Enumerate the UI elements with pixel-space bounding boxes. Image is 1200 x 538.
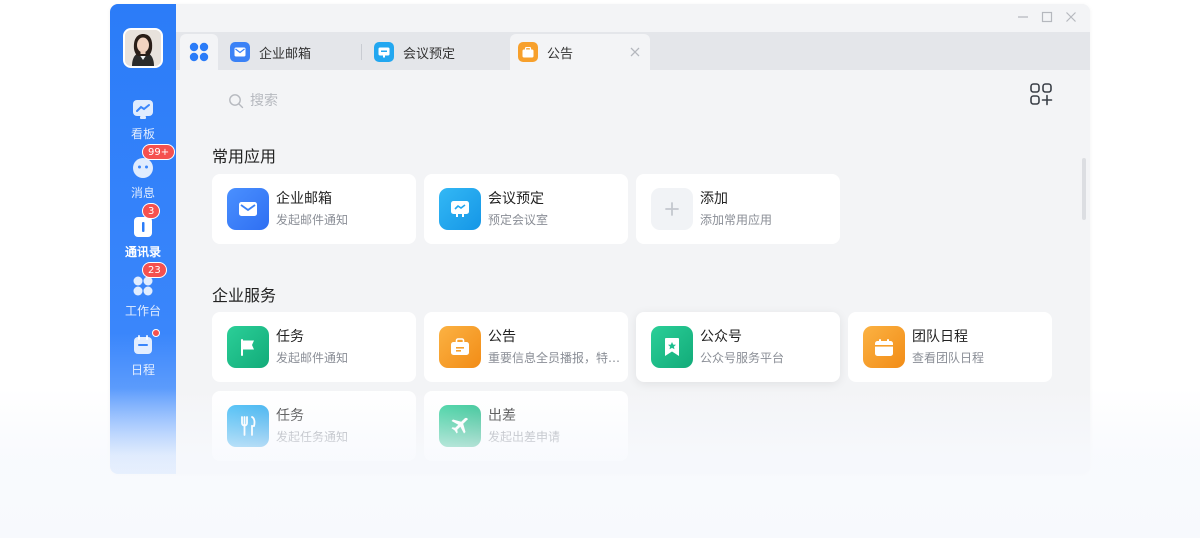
apps-grid-icon [189, 42, 209, 62]
avatar-photo [125, 30, 161, 66]
app-card-subtitle: 发起邮件通知 [276, 213, 349, 227]
notice-icon [518, 42, 538, 62]
app-card-task-2[interactable]: 任务 发起任务通知 [212, 391, 416, 461]
unread-badge: 3 [142, 203, 161, 219]
app-card-title: 出差 [488, 408, 516, 424]
meeting-icon [439, 188, 481, 230]
dining-icon [227, 405, 269, 447]
calendar-icon [863, 326, 905, 368]
minimize-icon[interactable] [1016, 10, 1030, 24]
plane-icon [439, 405, 481, 447]
sidebar-item-workbench[interactable]: 23 工作台 [110, 262, 176, 325]
search-box[interactable] [228, 90, 428, 112]
sidebar-item-label: 通讯录 [124, 245, 161, 259]
app-card-title: 团队日程 [912, 329, 968, 345]
plus-icon [651, 188, 693, 230]
close-tab-icon[interactable] [628, 45, 642, 59]
scrollbar-thumb[interactable] [1082, 158, 1086, 220]
app-card-title: 添加 [700, 191, 728, 207]
app-card-notice[interactable]: 公告 重要信息全员播报，特别提醒 [424, 312, 628, 382]
tab-meeting-booking[interactable]: 会议预定 [366, 34, 506, 70]
calendar-icon [132, 329, 160, 356]
app-card-title: 企业邮箱 [276, 191, 332, 207]
search-icon [229, 94, 244, 109]
app-card-title: 公告 [488, 329, 516, 345]
app-card-title: 公众号 [700, 329, 742, 345]
sidebar-item-schedule[interactable]: 日程 [110, 329, 176, 384]
tab-label: 公告 [547, 46, 574, 62]
app-card-add-common[interactable]: 添加 添加常用应用 [636, 174, 840, 244]
sidebar-item-dashboard[interactable]: 看板 [110, 96, 176, 148]
app-card-team-schedule[interactable]: 团队日程 查看团队日程 [848, 312, 1052, 382]
meeting-icon [374, 42, 394, 62]
add-app-icon[interactable] [1029, 82, 1053, 106]
tab-divider [361, 44, 362, 60]
mail-icon [227, 188, 269, 230]
app-card-subtitle: 查看团队日程 [912, 351, 985, 365]
sidebar-item-contacts[interactable]: 3 通讯录 [110, 203, 176, 266]
app-card-task[interactable]: 任务 发起邮件通知 [212, 312, 416, 382]
tab-label: 会议预定 [403, 46, 456, 62]
sidebar-item-messages[interactable]: 99+ 消息 [110, 144, 176, 207]
tab-notice[interactable]: 公告 [510, 34, 650, 70]
app-card-subtitle: 发起邮件通知 [276, 351, 349, 365]
app-card-subtitle: 重要信息全员播报，特别提醒 [488, 351, 628, 365]
flag-icon [227, 326, 269, 368]
section-title-common-apps: 常用应用 [212, 147, 277, 166]
sidebar-item-label: 消息 [130, 186, 155, 200]
apps-icon: 23 [132, 262, 167, 297]
chart-icon [132, 98, 154, 120]
chat-icon: 99+ [132, 144, 176, 179]
maximize-icon[interactable] [1040, 10, 1054, 24]
avatar[interactable] [123, 28, 163, 68]
app-card-enterprise-mail[interactable]: 企业邮箱 发起邮件通知 [212, 174, 416, 244]
close-window-icon[interactable] [1064, 10, 1078, 24]
app-card-subtitle: 发起出差申请 [488, 430, 561, 444]
app-window: 看板 99+ 消息 3 通讯录 23 工作台 日程 企业邮箱 会议预定 公告 搜… [110, 4, 1090, 474]
sidebar-item-label: 日程 [130, 363, 155, 377]
app-card-subtitle: 公众号服务平台 [700, 351, 785, 365]
window-controls [1016, 10, 1078, 24]
bookmark-icon [651, 326, 693, 368]
notice-icon [439, 326, 481, 368]
sidebar-item-label: 看板 [130, 127, 155, 141]
tab-enterprise-mail[interactable]: 企业邮箱 [222, 34, 362, 70]
app-card-official-account[interactable]: 公众号 公众号服务平台 [636, 312, 840, 382]
app-card-subtitle: 添加常用应用 [700, 213, 773, 227]
contacts-icon: 3 [132, 203, 161, 238]
app-card-business-trip[interactable]: 出差 发起出差申请 [424, 391, 628, 461]
search-input[interactable] [250, 93, 410, 109]
sidebar: 看板 99+ 消息 3 通讯录 23 工作台 日程 [110, 4, 176, 474]
app-card-title: 任务 [276, 408, 304, 424]
app-card-meeting-booking[interactable]: 会议预定 预定会议室 [424, 174, 628, 244]
tab-bar: 企业邮箱 会议预定 公告 [176, 32, 1090, 70]
tab-home[interactable] [180, 34, 218, 70]
notification-dot [152, 329, 160, 337]
unread-badge: 99+ [142, 144, 176, 160]
section-title-enterprise-services: 企业服务 [212, 286, 277, 305]
mail-icon [230, 42, 250, 62]
app-card-title: 会议预定 [488, 191, 544, 207]
tab-label: 企业邮箱 [259, 46, 312, 62]
sidebar-item-label: 工作台 [124, 304, 161, 318]
unread-badge: 23 [142, 262, 167, 278]
app-card-subtitle: 预定会议室 [488, 213, 549, 227]
title-bar [176, 4, 1090, 32]
app-card-title: 任务 [276, 329, 304, 345]
app-card-subtitle: 发起任务通知 [276, 430, 349, 444]
